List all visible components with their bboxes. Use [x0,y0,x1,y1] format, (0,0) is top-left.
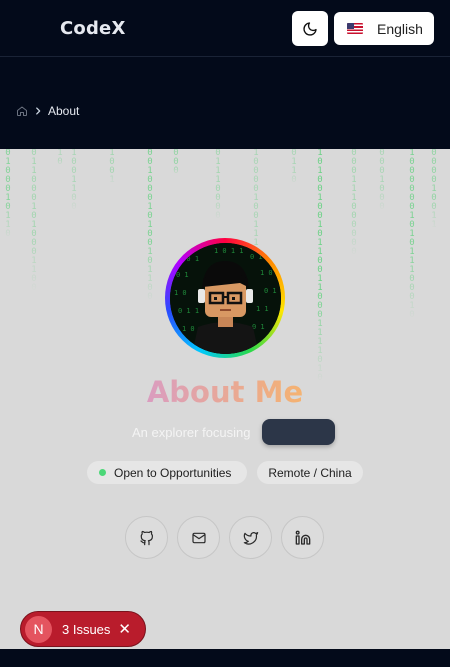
avatar-illustration: 1 0 1 0 1 0 0 1 1 0 1 0 0 1 0 1 1 1 1 1 0 0 1… [169,242,281,354]
matrix-rain-column: 10100100101100110001111010 [317,149,323,383]
svg-text:0 1 0: 0 1 0 [250,253,271,261]
language-label: English [377,20,423,37]
matrix-rain-column: 1000000101011100010 [409,149,415,320]
status-badge: Open to Opportunities [87,461,247,484]
matrix-rain-column: 0001000 [379,149,385,212]
svg-text:0 1: 0 1 [176,271,189,279]
footer-bar [0,649,450,667]
mail-icon [191,532,206,543]
status-dot-icon [99,469,106,476]
svg-text:1 0 1: 1 0 1 [178,255,199,263]
matrix-rain-column: 0110001010001100 [31,149,37,293]
svg-text:1 0: 1 0 [182,325,195,333]
hero-section: 0100010110 0110001010001100 1001100 1001 001… [0,149,450,649]
twitter-link-button[interactable] [229,516,272,559]
close-icon[interactable]: ✕ [118,622,131,637]
matrix-rain-column: 00100010100101100 [147,149,153,302]
breadcrumb: About [16,104,79,118]
us-flag-icon [347,23,363,34]
status-badge-label: Open to Opportunities [114,465,232,480]
chevron-right-icon [36,107,41,115]
page-title: About Me [0,375,450,409]
github-icon [139,530,153,545]
matrix-rain-column: 000010011 [431,149,437,230]
issues-initial: N [25,615,52,643]
matrix-rain-column: 0110 [291,149,297,185]
svg-text:1 0: 1 0 [260,269,273,277]
location-badge: Remote / China [257,461,363,484]
svg-text:0 1: 0 1 [252,323,265,331]
home-icon[interactable] [16,105,28,117]
matrix-rain-column: 01110000 [215,149,221,221]
breadcrumb-bar: About [0,58,450,149]
location-badge-label: Remote / China [268,465,352,480]
issues-label: 3 Issues [62,621,111,637]
github-link-button[interactable] [125,516,168,559]
mail-link-button[interactable] [177,516,220,559]
matrix-rain-column: 0100010110 [5,149,11,239]
linkedin-icon [295,530,310,545]
avatar: 1 0 1 0 1 0 0 1 1 0 1 0 0 1 0 1 1 1 1 1 0 0 1… [169,242,281,354]
issues-badge[interactable]: N 3 Issues ✕ [20,611,146,647]
svg-text:0 1: 0 1 [264,287,277,295]
matrix-rain-column: 000111000000 [351,149,357,257]
redacted-overlay [262,419,335,445]
twitter-icon [243,531,258,545]
theme-toggle-button[interactable] [292,11,328,46]
svg-text:1 1: 1 1 [256,305,269,313]
svg-text:1 0 1 1: 1 0 1 1 [214,247,244,255]
hero-subtitle: An explorer focusing [132,425,251,440]
site-logo[interactable]: CodeX [60,18,126,39]
moon-icon [303,21,317,36]
breadcrumb-current: About [48,104,80,118]
svg-text:0 1 1: 0 1 1 [178,307,199,315]
svg-text:1 0: 1 0 [174,289,187,297]
language-selector[interactable]: English [334,12,434,45]
matrix-rain-column: 1001100 [71,149,77,212]
top-header: CodeX English [0,0,450,57]
avatar-ring: 1 0 1 0 1 0 0 1 1 0 1 0 0 1 0 1 1 1 1 1 0 0 1… [165,238,285,358]
matrix-rain-column: 000 [173,149,179,176]
linkedin-link-button[interactable] [281,516,324,559]
matrix-rain-column: 10 [57,149,63,167]
matrix-rain-column: 1001 [109,149,115,185]
